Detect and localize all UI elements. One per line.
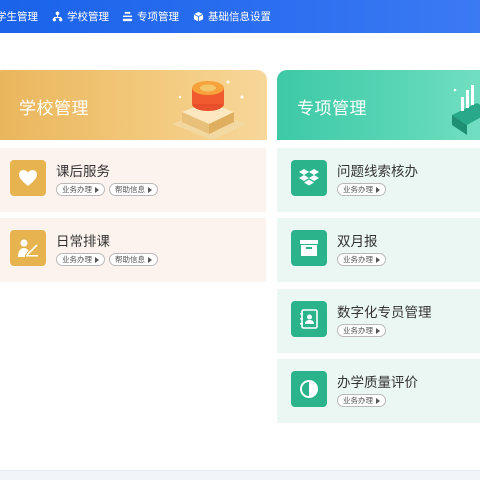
item-actions: 业务办理 (337, 394, 386, 407)
play-arrow-icon (376, 397, 380, 404)
play-arrow-icon (95, 186, 99, 193)
play-arrow-icon (148, 186, 152, 193)
special-panel-title: 专项管理 (297, 99, 367, 119)
nav-item-basic-info[interactable]: 基础信息设置 (193, 0, 271, 33)
nav-item-school[interactable]: 学校管理 (52, 0, 109, 33)
list-item-quality-evaluation[interactable]: 办学质量评价 业务办理 (277, 359, 480, 423)
nav-item-label: 学生管理 (0, 11, 38, 23)
business-handle-button[interactable]: 业务办理 (337, 324, 386, 337)
item-title: 课后服务 (56, 164, 110, 180)
play-arrow-icon (376, 256, 380, 263)
dropbox-icon (291, 160, 327, 196)
school-illustration-icon (172, 80, 247, 140)
business-handle-button[interactable]: 业务办理 (337, 183, 386, 196)
list-item-issue-clues[interactable]: 问题线索核办 业务办理 (277, 148, 480, 212)
item-title: 问题线索核办 (337, 164, 418, 180)
nav-item-special[interactable]: 专项管理 (122, 0, 179, 33)
list-item-after-school-service[interactable]: 课后服务 业务办理 帮助信息 (0, 148, 266, 212)
business-handle-button[interactable]: 业务办理 (56, 183, 105, 196)
archive-icon (291, 230, 327, 266)
item-title: 双月报 (337, 234, 378, 250)
heart-icon (10, 160, 46, 196)
list-item-daily-schedule[interactable]: 日常排课 业务办理 帮助信息 (0, 218, 266, 282)
item-actions: 业务办理 (337, 183, 386, 196)
help-info-button[interactable]: 帮助信息 (109, 183, 158, 196)
top-navigation-bar: 学生管理 学校管理 专项管理 基础信息设置 (0, 0, 480, 33)
half-circle-icon (291, 371, 327, 407)
item-actions: 业务办理 帮助信息 (56, 183, 158, 196)
business-handle-button[interactable]: 业务办理 (337, 253, 386, 266)
contact-book-icon (291, 301, 327, 337)
teacher-icon (10, 230, 46, 266)
special-panel-header: 专项管理 (277, 70, 480, 140)
item-actions: 业务办理 (337, 324, 386, 337)
item-actions: 业务办理 帮助信息 (56, 253, 158, 266)
item-actions: 业务办理 (337, 253, 386, 266)
special-illustration-icon (452, 85, 480, 135)
nav-item-student[interactable]: 学生管理 (0, 0, 38, 33)
play-arrow-icon (376, 327, 380, 334)
list-item-bimonthly-report[interactable]: 双月报 业务办理 (277, 218, 480, 282)
help-info-button[interactable]: 帮助信息 (109, 253, 158, 266)
bottom-divider (0, 470, 480, 480)
cube-icon (193, 11, 204, 22)
play-arrow-icon (148, 256, 152, 263)
list-item-digital-commissioner[interactable]: 数字化专员管理 业务办理 (277, 289, 480, 353)
business-handle-button[interactable]: 业务办理 (56, 253, 105, 266)
item-title: 数字化专员管理 (337, 305, 432, 321)
item-title: 办学质量评价 (337, 375, 418, 391)
nav-item-label: 基础信息设置 (208, 11, 271, 23)
item-title: 日常排课 (56, 234, 110, 250)
school-panel-header: 学校管理 (0, 70, 267, 140)
nav-item-label: 专项管理 (137, 11, 179, 23)
school-panel-title: 学校管理 (19, 99, 89, 119)
play-arrow-icon (95, 256, 99, 263)
layers-icon (122, 11, 133, 22)
play-arrow-icon (376, 186, 380, 193)
org-tree-icon (52, 11, 63, 22)
business-handle-button[interactable]: 业务办理 (337, 394, 386, 407)
nav-item-label: 学校管理 (67, 11, 109, 23)
